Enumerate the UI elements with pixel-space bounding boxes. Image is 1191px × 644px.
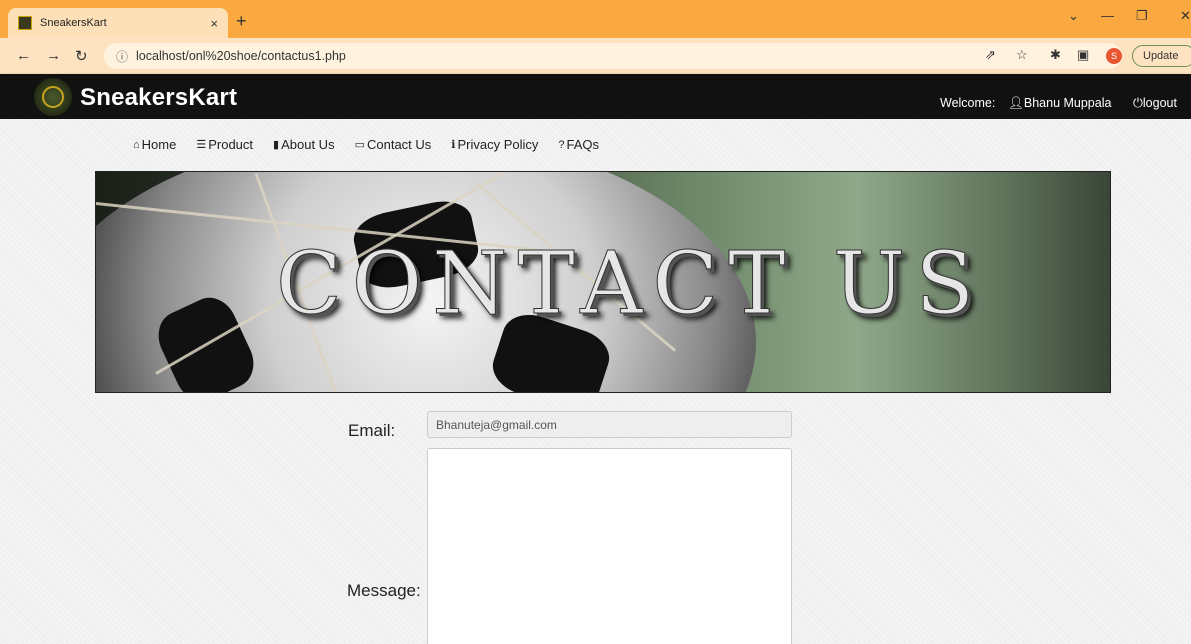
new-tab-button[interactable]: + bbox=[236, 11, 247, 32]
nav-item-privacy-policy[interactable]: ℹ Privacy Policy bbox=[451, 137, 538, 152]
banner-title: CONTACT US bbox=[275, 234, 985, 335]
home-icon: ⌂ bbox=[133, 138, 140, 151]
forward-icon[interactable]: → bbox=[46, 47, 61, 64]
minimize-icon[interactable]: — bbox=[1101, 8, 1114, 23]
reload-icon[interactable]: ↻ bbox=[75, 47, 88, 65]
nav-item-product[interactable]: ☰ Product bbox=[196, 137, 253, 152]
share-icon[interactable]: ⇗ bbox=[985, 47, 996, 63]
favicon-icon bbox=[18, 16, 32, 30]
nav-item-about-us[interactable]: ▮ About Us bbox=[273, 137, 335, 152]
welcome-label: Welcome: bbox=[940, 96, 996, 110]
brand-name[interactable]: SneakersKart bbox=[80, 84, 237, 112]
url-text: localhost/onl%20shoe/contactus1.php bbox=[136, 49, 346, 63]
nav-item-home[interactable]: ⌂ Home bbox=[133, 137, 176, 152]
nav-item-faqs[interactable]: ? FAQs bbox=[558, 137, 599, 152]
message-label: Message: bbox=[347, 581, 421, 600]
nav-label: FAQs bbox=[566, 137, 600, 152]
update-button[interactable]: Update bbox=[1132, 45, 1191, 67]
window-close-icon[interactable]: ✕ bbox=[1180, 8, 1191, 24]
tab-title: SneakersKart bbox=[40, 17, 107, 29]
main-nav: ⌂ Home ☰ Product ▮ About Us ▭ Contact Us ℹ Pr… bbox=[133, 137, 599, 152]
extensions-icon[interactable]: ✱ bbox=[1050, 47, 1061, 63]
side-panel-icon[interactable]: ▣ bbox=[1077, 47, 1089, 63]
tab-close-icon[interactable]: × bbox=[210, 16, 218, 31]
question-icon: ? bbox=[558, 138, 565, 151]
page-content: ⌂ Home ☰ Product ▮ About Us ▭ Contact Us ℹ Pr… bbox=[0, 119, 1191, 644]
comment-icon: ▭ bbox=[354, 139, 365, 151]
site-header: SneakersKart Welcome: 👤︎Bhanu Muppala ⏻l… bbox=[0, 74, 1191, 119]
back-icon[interactable]: ← bbox=[16, 47, 31, 64]
info-icon: ℹ bbox=[451, 139, 456, 151]
contact-banner-image: CONTACT US bbox=[95, 171, 1111, 393]
profile-avatar[interactable]: S bbox=[1106, 48, 1122, 64]
message-textarea[interactable] bbox=[427, 448, 792, 644]
logo-emblem-icon bbox=[42, 86, 64, 108]
email-label: Email: bbox=[348, 421, 396, 440]
brand-logo[interactable] bbox=[34, 78, 72, 116]
user-icon: 👤︎ bbox=[1008, 96, 1024, 110]
browser-toolbar: ← → ↻ ⓘ localhost/onl%20shoe/contactus1.… bbox=[0, 38, 1191, 74]
email-field[interactable] bbox=[427, 411, 792, 438]
nav-label: Contact Us bbox=[366, 137, 432, 152]
power-icon: ⏻ bbox=[1133, 96, 1143, 110]
list-icon: ☰ bbox=[196, 139, 207, 151]
user-link[interactable]: 👤︎Bhanu Muppala bbox=[1008, 96, 1111, 111]
nav-item-contact-us[interactable]: ▭ Contact Us bbox=[355, 137, 432, 152]
logout-link[interactable]: ⏻logout bbox=[1133, 96, 1177, 111]
browser-tab-bar: SneakersKart × + ⌄ — ❐ ✕ bbox=[0, 0, 1191, 38]
logout-label: logout bbox=[1142, 96, 1177, 110]
bookmark-icon: ▮ bbox=[273, 139, 280, 151]
restore-icon[interactable]: ❐ bbox=[1136, 8, 1148, 24]
tab-search-icon[interactable]: ⌄ bbox=[1068, 8, 1079, 24]
nav-label: Product bbox=[208, 137, 254, 152]
user-name: Bhanu Muppala bbox=[1023, 96, 1112, 110]
address-bar[interactable]: ⓘ localhost/onl%20shoe/contactus1.php bbox=[104, 43, 1122, 69]
nav-label: Privacy Policy bbox=[457, 137, 539, 152]
nav-label: About Us bbox=[281, 137, 335, 152]
site-info-icon[interactable]: ⓘ bbox=[116, 48, 128, 65]
browser-tab[interactable]: SneakersKart × bbox=[8, 8, 228, 38]
nav-label: Home bbox=[141, 137, 177, 152]
bookmark-star-icon[interactable]: ☆ bbox=[1016, 47, 1028, 63]
